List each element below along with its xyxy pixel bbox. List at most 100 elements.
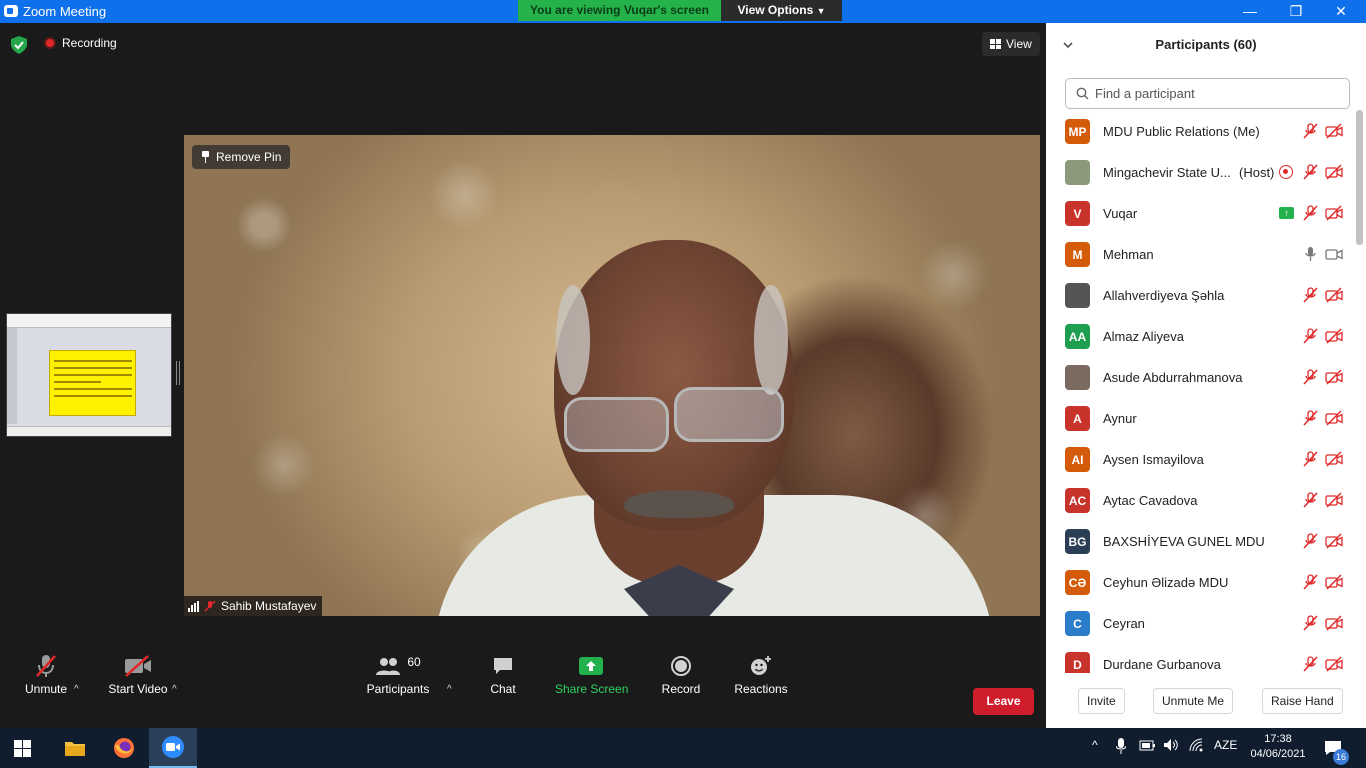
participant-avatar [1065, 365, 1090, 390]
tray-overflow-icon[interactable]: ^ [1092, 738, 1098, 752]
restore-button[interactable]: ❐ [1273, 0, 1319, 23]
participant-name: Vuqar [1103, 206, 1138, 221]
video-off-icon [1325, 451, 1343, 467]
participant-avatar [1065, 283, 1090, 308]
mic-muted-icon [1301, 164, 1319, 180]
participants-button[interactable]: 60 Participants [364, 652, 432, 696]
participant-name: Allahverdiyeva Şəhla [1103, 288, 1225, 303]
participant-row[interactable]: AC Aytac Cavadova [1046, 480, 1354, 521]
close-button[interactable]: ✕ [1318, 0, 1364, 23]
people-icon [376, 658, 401, 675]
search-input[interactable] [1095, 86, 1335, 101]
participant-avatar: MP [1065, 119, 1090, 144]
window-title: Zoom Meeting [23, 4, 107, 19]
participant-row[interactable]: AA Almaz Aliyeva [1046, 316, 1354, 357]
participant-row[interactable]: MP MDU Public Relations (Me) [1046, 111, 1354, 152]
participant-row[interactable]: Asude Abdurrahmanova [1046, 357, 1354, 398]
mic-muted-icon [1301, 369, 1319, 385]
participant-avatar: AA [1065, 324, 1090, 349]
participant-name: Mehman [1103, 247, 1154, 262]
clock-time: 17:38 [1264, 733, 1292, 745]
pinned-video[interactable] [184, 135, 1040, 616]
invite-button[interactable]: Invite [1078, 688, 1125, 714]
mic-muted-icon [36, 655, 56, 677]
participant-row[interactable]: C Ceyran [1046, 603, 1354, 644]
file-explorer-icon[interactable] [51, 728, 99, 768]
battery-icon[interactable] [1139, 738, 1155, 752]
participant-row[interactable]: AI Aysen Ismayilova [1046, 439, 1354, 480]
participants-panel: Participants (60) MP MDU Public Relations… [1046, 23, 1366, 728]
participant-name: MDU Public Relations (Me) [1103, 124, 1260, 139]
zoom-taskbar-icon[interactable] [149, 728, 197, 768]
participant-row[interactable]: A Aynur [1046, 398, 1354, 439]
chat-icon [494, 658, 512, 674]
participant-avatar: CƏ [1065, 570, 1090, 595]
system-clock[interactable]: 17:38 04/06/2021 [1250, 732, 1306, 762]
host-tag: (Host) [1239, 165, 1275, 180]
emoji-plus-icon [751, 656, 771, 675]
microphone-tray-icon[interactable] [1116, 738, 1126, 754]
participant-avatar: BG [1065, 529, 1090, 554]
share-screen-icon [579, 657, 603, 675]
signal-icon [188, 600, 199, 612]
volume-icon[interactable] [1163, 738, 1179, 752]
shield-icon[interactable] [11, 36, 27, 54]
video-off-icon [1325, 205, 1343, 221]
remove-pin-button[interactable]: Remove Pin [192, 145, 291, 169]
recording-label: Recording [62, 36, 117, 50]
participant-list-scrollbar[interactable] [1356, 110, 1363, 245]
share-screen-button[interactable]: Share Screen [555, 652, 628, 696]
record-label: Record [661, 682, 701, 696]
record-button[interactable]: Record [660, 652, 702, 696]
splitter-handle[interactable] [176, 361, 180, 385]
participant-name: BAXSHİYEVA GUNEL MDU [1103, 534, 1265, 549]
participant-row[interactable]: Mingachevir State U... (Host) [1046, 152, 1354, 193]
clock-date: 04/06/2021 [1250, 748, 1306, 760]
sharing-screen-icon: ↑ [1279, 207, 1294, 219]
participant-row[interactable]: D Durdane Gurbanova [1046, 644, 1354, 673]
video-off-icon [1325, 328, 1343, 344]
start-video-button[interactable]: Start Video [106, 652, 170, 696]
participants-caret-icon[interactable]: ^ [447, 684, 452, 695]
language-indicator[interactable]: AZE [1214, 738, 1237, 752]
reactions-button[interactable]: Reactions [733, 652, 789, 696]
unmute-button[interactable]: Unmute [22, 652, 70, 696]
view-label: View [1006, 37, 1032, 51]
participant-row[interactable]: M Mehman [1046, 234, 1354, 275]
audio-options-caret-icon[interactable]: ^ [74, 684, 79, 695]
participant-row[interactable]: Allahverdiyeva Şəhla [1046, 275, 1354, 316]
mic-muted-icon [1301, 287, 1319, 303]
mic-muted-icon [1301, 533, 1319, 549]
chat-button[interactable]: Chat [483, 652, 523, 696]
meeting-area: Recording View Remove Pin Sahib Mustafay… [0, 23, 1046, 728]
view-options-button[interactable]: View Options ▼ [721, 0, 842, 21]
video-options-caret-icon[interactable]: ^ [172, 684, 177, 695]
participant-avatar: M [1065, 242, 1090, 267]
firefox-icon[interactable] [100, 728, 148, 768]
record-icon [671, 656, 691, 676]
mic-muted-icon [1301, 123, 1319, 139]
participant-row[interactable]: BG BAXSHİYEVA GUNEL MDU [1046, 521, 1354, 562]
recording-indicator: Recording [44, 36, 117, 50]
unmute-me-button[interactable]: Unmute Me [1153, 688, 1234, 714]
video-off-icon [1325, 410, 1343, 426]
participant-search[interactable] [1065, 78, 1350, 109]
participant-name: Asude Abdurrahmanova [1103, 370, 1243, 385]
chat-label: Chat [490, 682, 516, 696]
participant-row[interactable]: V Vuqar ↑ [1046, 193, 1354, 234]
minimize-button[interactable]: — [1227, 0, 1273, 23]
view-options-label: View Options [737, 3, 814, 17]
wifi-icon[interactable] [1189, 738, 1203, 752]
raise-hand-button[interactable]: Raise Hand [1262, 688, 1343, 714]
participant-avatar: A [1065, 406, 1090, 431]
leave-button[interactable]: Leave [973, 688, 1034, 715]
participant-row[interactable]: CƏ Ceyhun Əlizadə MDU [1046, 562, 1354, 603]
view-button[interactable]: View [982, 32, 1040, 56]
video-off-icon [1325, 615, 1343, 631]
title-bar: Zoom Meeting You are viewing Vuqar's scr… [0, 0, 1366, 23]
mic-muted-icon [1301, 451, 1319, 467]
mic-muted-icon [1301, 492, 1319, 508]
windows-start-icon[interactable] [14, 740, 31, 757]
shared-screen-thumbnail[interactable] [6, 313, 172, 437]
chevron-down-icon: ▼ [816, 6, 826, 16]
